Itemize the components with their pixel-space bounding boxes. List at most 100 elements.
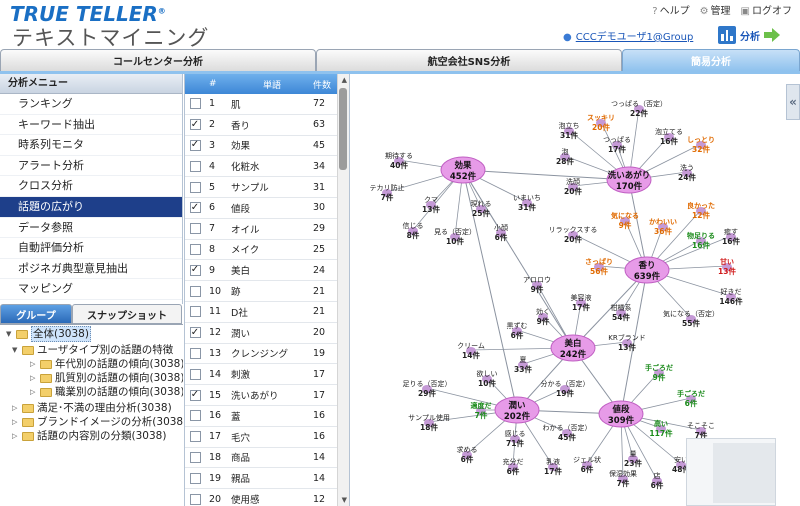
keyword-node[interactable]: 期待する40件 bbox=[385, 151, 413, 170]
scroll-up-icon[interactable]: ▲ bbox=[342, 76, 347, 84]
keyword-node[interactable]: クリーム14件 bbox=[457, 342, 485, 360]
keyword-node[interactable]: 量23件 bbox=[624, 450, 642, 468]
table-row[interactable]: ✓ 9 美白 24 bbox=[185, 260, 349, 282]
row-checkbox[interactable]: ✓ bbox=[189, 139, 201, 151]
row-checkbox[interactable] bbox=[189, 368, 201, 380]
keyword-node[interactable]: リラックスする20件 bbox=[549, 226, 598, 244]
keyword-node[interactable]: 黒ずむ6件 bbox=[507, 321, 528, 340]
row-checkbox[interactable] bbox=[189, 347, 201, 359]
keyword-node[interactable]: ジェル状6件 bbox=[573, 455, 601, 474]
table-row[interactable]: 11 D社 21 bbox=[185, 302, 349, 323]
table-row[interactable]: 17 毛穴 16 bbox=[185, 427, 349, 448]
menu-item[interactable]: マッピング bbox=[0, 279, 182, 300]
row-checkbox[interactable]: ✓ bbox=[189, 119, 201, 131]
keyword-node[interactable]: 泡立てる16件 bbox=[655, 127, 683, 146]
keyword-node[interactable]: 高い117件 bbox=[649, 419, 673, 438]
header-count[interactable]: 件数 bbox=[313, 78, 333, 91]
keyword-node[interactable]: 洗う24件 bbox=[678, 163, 696, 182]
row-checkbox[interactable] bbox=[189, 98, 201, 110]
table-row[interactable]: ✓ 12 潤い 20 bbox=[185, 323, 349, 344]
keyword-node[interactable]: つっぱる17件 bbox=[603, 136, 631, 154]
row-checkbox[interactable] bbox=[189, 472, 201, 484]
menu-item[interactable]: 自動評価分析 bbox=[0, 238, 182, 259]
keyword-node[interactable]: テカリ防止7件 bbox=[370, 183, 405, 202]
keyword-node[interactable]: しっとり32件 bbox=[687, 135, 715, 154]
keyword-node[interactable]: スッキリ20件 bbox=[587, 114, 615, 132]
row-checkbox[interactable] bbox=[189, 181, 201, 193]
topic-hub-node[interactable]: 潤い202件 bbox=[494, 396, 540, 424]
keyword-node[interactable]: 欲しい10件 bbox=[477, 369, 498, 388]
tree-node[interactable]: ▼ ユーザタイプ別の話題の特徴 bbox=[12, 343, 173, 357]
keyword-node[interactable]: 洗顔20件 bbox=[564, 177, 582, 196]
keyword-node[interactable]: 分かる（否定）19件 bbox=[541, 379, 590, 398]
table-row[interactable]: 18 商品 14 bbox=[185, 448, 349, 469]
keyword-node[interactable]: 手ごろだ6件 bbox=[677, 389, 705, 408]
topic-hub-node[interactable]: 値段309件 bbox=[598, 400, 644, 428]
menu-item[interactable]: ランキング bbox=[0, 94, 182, 115]
keyword-node[interactable]: つっぱる（否定）22件 bbox=[611, 99, 667, 118]
table-row[interactable]: 20 使用感 12 bbox=[185, 489, 349, 506]
analyze-button[interactable]: 分析 bbox=[718, 24, 780, 46]
table-row[interactable]: ✓ 6 値段 30 bbox=[185, 198, 349, 219]
keyword-node[interactable]: 信じる8件 bbox=[403, 221, 424, 240]
keyword-node[interactable]: 手ごろだ9件 bbox=[645, 363, 673, 382]
topic-network-graph[interactable]: 期待する 40件 テカリ防止 7件 クマ 13件 信じる 8件 見る（否定） 10件 現れる 25件い… bbox=[351, 74, 800, 506]
tab-call-center[interactable]: コールセンター分析 bbox=[0, 49, 316, 71]
keyword-node[interactable]: 感じる71件 bbox=[505, 429, 526, 448]
topic-hub-node[interactable]: 美白242件 bbox=[550, 334, 596, 362]
table-row[interactable]: 5 サンプル 31 bbox=[185, 177, 349, 198]
menu-item[interactable]: 時系列モニタ bbox=[0, 135, 182, 156]
row-checkbox[interactable] bbox=[189, 243, 201, 255]
topic-hub-node[interactable]: 香り639件 bbox=[624, 256, 670, 284]
keyword-node[interactable]: 泡28件 bbox=[556, 147, 574, 166]
tree-node[interactable]: ▷ 職業別の話題の傾向(3038) bbox=[30, 385, 183, 399]
table-row[interactable]: 13 クレンジング 19 bbox=[185, 344, 349, 365]
row-checkbox[interactable] bbox=[189, 410, 201, 422]
expand-icon[interactable]: ▷ bbox=[12, 415, 20, 429]
admin-link[interactable]: ⚙ 管理 bbox=[700, 2, 731, 17]
keyword-node[interactable]: 泡立ち31件 bbox=[559, 121, 580, 140]
keyword-node[interactable]: アロロウ9件 bbox=[523, 276, 551, 294]
keyword-node[interactable]: 足りる（否定）29件 bbox=[403, 379, 452, 398]
tab-airline-sns[interactable]: 航空会社SNS分析 bbox=[316, 49, 622, 71]
row-checkbox[interactable] bbox=[189, 431, 201, 443]
table-row[interactable]: 14 刺激 17 bbox=[185, 364, 349, 386]
table-row[interactable]: 16 蓋 16 bbox=[185, 406, 349, 427]
tree-node[interactable]: ▷ 満足･不満の理由分析(3038) bbox=[12, 401, 172, 415]
row-checkbox[interactable] bbox=[189, 285, 201, 297]
tab-snapshot[interactable]: スナップショット bbox=[72, 304, 182, 324]
tab-simple-analysis[interactable]: 簡易分析 bbox=[622, 49, 800, 71]
menu-item[interactable]: アラート分析 bbox=[0, 156, 182, 177]
table-row[interactable]: 10 跡 21 bbox=[185, 281, 349, 302]
table-row[interactable]: 19 親品 14 bbox=[185, 468, 349, 490]
keyword-node[interactable]: 効く9件 bbox=[536, 307, 550, 326]
row-checkbox[interactable] bbox=[189, 306, 201, 318]
keyword-node[interactable]: 癒す16件 bbox=[722, 227, 740, 246]
menu-item[interactable]: ポジネガ典型意見抽出 bbox=[0, 259, 182, 280]
keyword-node[interactable]: 保湿効果7件 bbox=[609, 469, 637, 488]
keyword-node[interactable]: 充分だ6件 bbox=[503, 457, 524, 476]
keyword-node[interactable]: 小顔6件 bbox=[494, 223, 508, 242]
row-checkbox[interactable] bbox=[189, 160, 201, 172]
keyword-node[interactable]: 好きだ146件 bbox=[719, 287, 743, 306]
expand-icon[interactable]: ▷ bbox=[30, 371, 38, 385]
expand-icon[interactable]: ▷ bbox=[12, 401, 20, 415]
row-checkbox[interactable]: ✓ bbox=[189, 327, 201, 339]
keyword-node[interactable]: サンプル使用18件 bbox=[408, 413, 450, 432]
menu-item[interactable]: クロス分析 bbox=[0, 176, 182, 197]
expand-icon[interactable]: ▷ bbox=[30, 357, 38, 371]
help-link[interactable]: ? ヘルプ bbox=[652, 2, 689, 17]
keyword-node[interactable]: 乳液17件 bbox=[544, 457, 562, 476]
keyword-node[interactable]: 気になる9件 bbox=[611, 211, 639, 230]
keyword-node[interactable]: 良かった12件 bbox=[687, 201, 715, 220]
keyword-node[interactable]: 美容液17件 bbox=[571, 293, 592, 312]
tree-node[interactable]: ▷ 話題の内容別の分類(3038) bbox=[12, 429, 166, 443]
keyword-node[interactable]: 求める6件 bbox=[457, 445, 478, 464]
keyword-node[interactable]: 店6件 bbox=[651, 471, 664, 490]
table-row[interactable]: 8 メイク 25 bbox=[185, 240, 349, 261]
topic-hub-node[interactable]: 効果452件 bbox=[440, 156, 486, 184]
keyword-node[interactable]: 甘い13件 bbox=[718, 257, 736, 276]
keyword-node[interactable]: わかる（否定）45件 bbox=[543, 423, 592, 442]
row-checkbox[interactable] bbox=[189, 451, 201, 463]
expand-icon[interactable]: ▷ bbox=[12, 429, 20, 443]
